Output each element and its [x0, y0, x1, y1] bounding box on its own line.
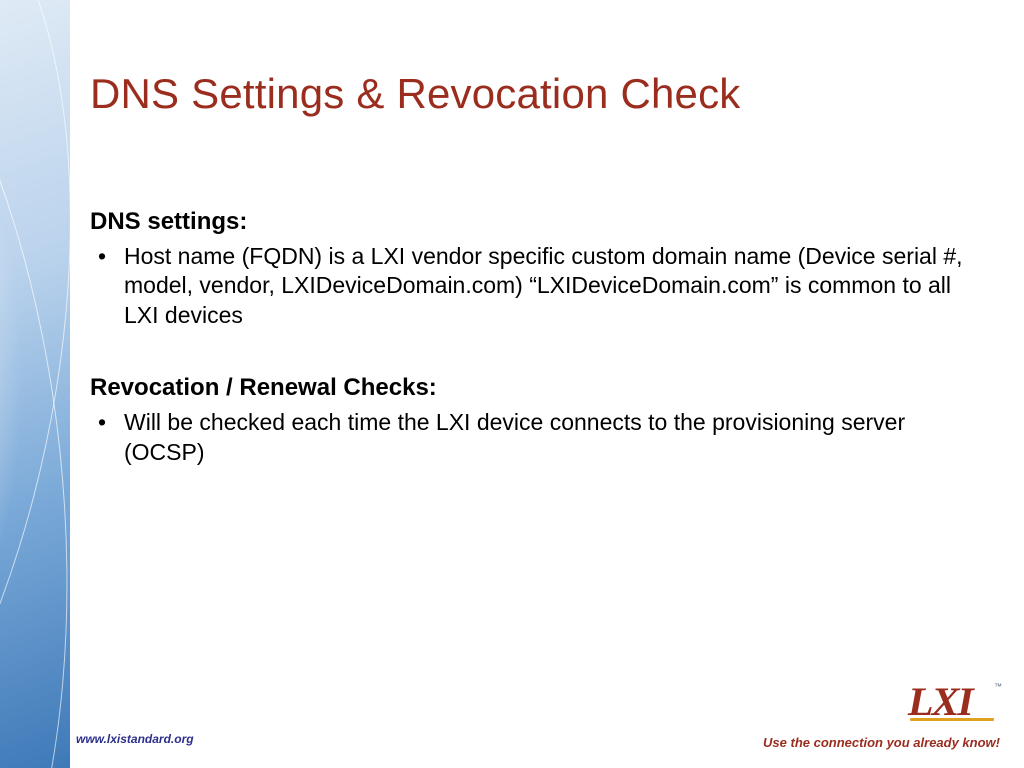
lxi-logo: LXI ™ [910, 682, 994, 724]
slide-footer: www.lxistandard.org LXI ™ Use the connec… [0, 706, 1024, 768]
list-item: Host name (FQDN) is a LXI vendor specifi… [90, 242, 984, 330]
section-heading: Revocation / Renewal Checks: [90, 374, 984, 402]
slide-title: DNS Settings & Revocation Check [90, 70, 984, 118]
footer-tagline: Use the connection you already know! [763, 735, 1000, 750]
section-heading: DNS settings: [90, 208, 984, 236]
bullet-list: Host name (FQDN) is a LXI vendor specifi… [90, 242, 984, 330]
section-revocation: Revocation / Renewal Checks: Will be che… [90, 374, 984, 467]
logo-text: LXI [908, 682, 996, 722]
slide-content: DNS Settings & Revocation Check DNS sett… [90, 70, 984, 511]
decorative-side-art [0, 0, 70, 768]
bullet-list: Will be checked each time the LXI device… [90, 408, 984, 467]
section-dns: DNS settings: Host name (FQDN) is a LXI … [90, 208, 984, 330]
footer-url: www.lxistandard.org [76, 732, 194, 746]
list-item: Will be checked each time the LXI device… [90, 408, 984, 467]
slide: DNS Settings & Revocation Check DNS sett… [0, 0, 1024, 768]
trademark-icon: ™ [994, 682, 1002, 691]
